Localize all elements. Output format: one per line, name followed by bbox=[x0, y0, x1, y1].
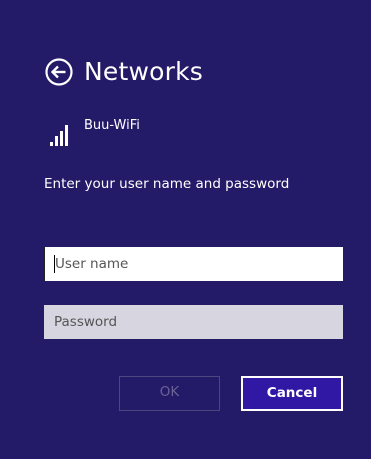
ok-button[interactable]: OK bbox=[119, 376, 220, 411]
username-input[interactable] bbox=[44, 247, 343, 281]
text-caret bbox=[54, 255, 55, 273]
network-name: Buu-WiFi bbox=[84, 118, 140, 133]
cancel-button[interactable]: Cancel bbox=[241, 376, 343, 411]
network-item: Buu-WiFi bbox=[50, 117, 140, 147]
credentials-prompt: Enter your user name and password bbox=[44, 176, 290, 192]
wifi-signal-icon bbox=[50, 125, 68, 146]
password-input[interactable] bbox=[44, 305, 343, 339]
page-title: Networks bbox=[84, 57, 204, 86]
network-flyout-panel: Networks Buu-WiFi Enter your user name a… bbox=[0, 0, 371, 459]
header: Networks bbox=[44, 56, 203, 88]
back-arrow-icon[interactable] bbox=[44, 57, 74, 87]
